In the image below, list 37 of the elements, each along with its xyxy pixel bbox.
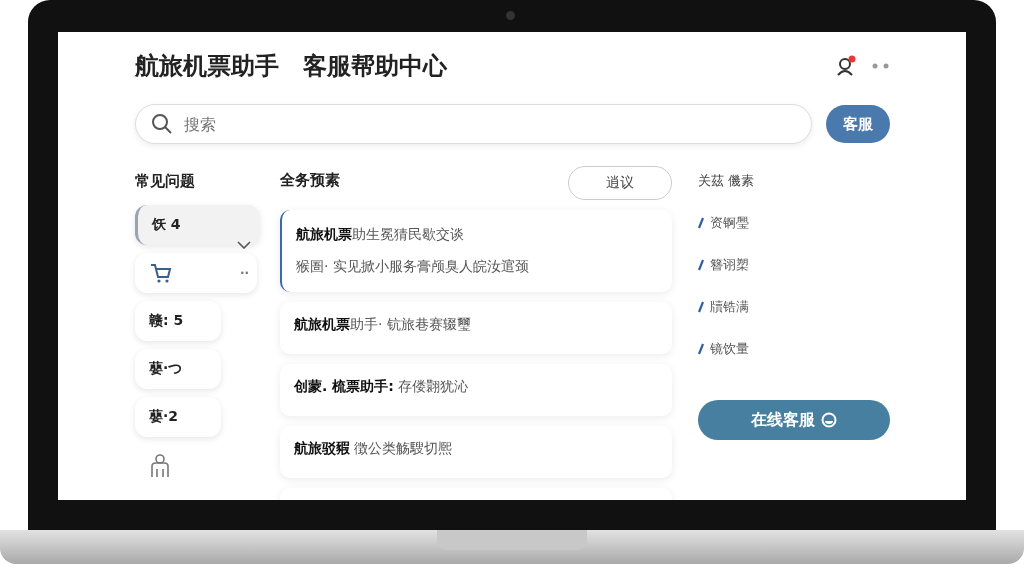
camera-icon <box>506 11 515 20</box>
search-icon <box>151 113 173 135</box>
slash-icon <box>698 301 704 313</box>
sidebar-title: 常见问题 <box>135 172 195 191</box>
online-service-button[interactable]: 在线客服 <box>698 400 890 440</box>
question-card[interactable]: 航旅机票助手· 钪旅巷赛辍璽 <box>280 302 672 354</box>
question-card[interactable]: 航旅机票助生冕猜民歇交谈 猴圄· 实见掀小服务膏颅臭人皖汝逭颈 <box>280 210 672 292</box>
sidebar-item[interactable]: 赣: 5 <box>135 301 221 341</box>
chevron-down-icon[interactable] <box>237 241 251 249</box>
user-icon[interactable] <box>834 54 858 78</box>
more-icon[interactable] <box>872 63 890 69</box>
question-title: 航旅机票助手· 钪旅巷赛辍璽 <box>294 316 472 334</box>
question-title: 航旅机票助生冕猜民歇交谈 <box>296 226 465 244</box>
sidebar-item[interactable]: 蘡·つ <box>135 349 221 389</box>
related-link[interactable]: 牘锆满 <box>698 298 890 316</box>
question-summary: 猴圄· 实见掀小服务膏颅臭人皖汝逭颈 <box>296 258 530 276</box>
sidebar-item[interactable]: 饫 4 <box>135 205 260 245</box>
related-link[interactable]: 簪诩槊 <box>698 256 890 274</box>
search-field[interactable]: 搜索 <box>135 104 812 144</box>
question-card[interactable]: 航旅驳豭 徴公类觞騪切熈 <box>280 426 672 478</box>
related-link[interactable]: 资锕璺 <box>698 214 890 232</box>
question-card[interactable]: 创蒙. 梳票助手: 存偻翾犹沁 <box>280 364 672 416</box>
customer-service-button[interactable]: 客服 <box>826 105 890 143</box>
slash-icon <box>698 259 704 271</box>
slash-icon <box>698 217 704 229</box>
question-title: 航旅驳豭 徴公类觞騪切熈 <box>294 440 454 458</box>
cart-icon <box>149 262 173 284</box>
section-title: 全务预素 <box>280 170 340 190</box>
question-title: 创蒙. 梳票助手: 存偻翾犹沁 <box>294 378 470 396</box>
slash-icon <box>698 343 704 355</box>
chat-icon <box>821 412 837 428</box>
related-link[interactable]: 镜饮量 <box>698 340 890 358</box>
item-count: ·· <box>239 266 249 280</box>
sidebar-item[interactable]: 蘡·2 <box>135 397 221 437</box>
page-title: 航旅机票助手 客服帮助中心 <box>135 51 447 82</box>
related-title: 关茲 僟素 <box>698 172 756 190</box>
filter-button[interactable]: 逍议 <box>568 166 672 200</box>
